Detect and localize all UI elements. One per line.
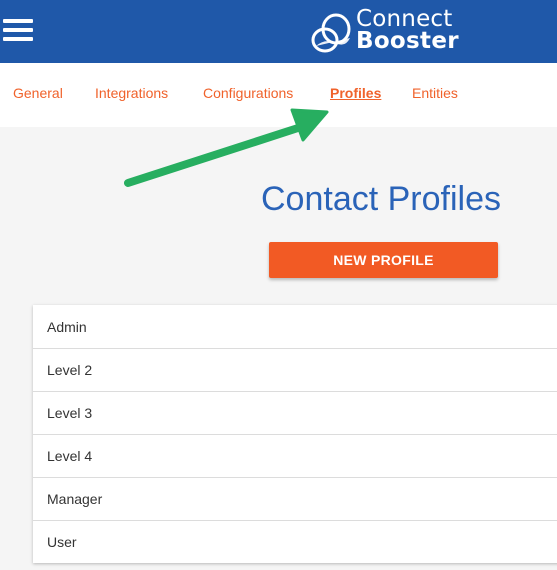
tab-entities[interactable]: Entities [412, 85, 458, 101]
tab-profiles[interactable]: Profiles [330, 85, 381, 101]
tab-configurations[interactable]: Configurations [203, 85, 293, 101]
list-item-level-3[interactable]: Level 3 [33, 391, 557, 434]
list-item-level-2[interactable]: Level 2 [33, 348, 557, 391]
tab-general[interactable]: General [13, 85, 63, 101]
list-item-admin[interactable]: Admin [33, 305, 557, 348]
page-title: Contact Profiles [261, 180, 501, 218]
settings-tab-bar: General Integrations Configurations Prof… [0, 63, 557, 127]
profiles-list: Admin Level 2 Level 3 Level 4 Manager Us… [33, 305, 557, 563]
list-item-user[interactable]: User [33, 520, 557, 563]
list-item-level-4[interactable]: Level 4 [33, 434, 557, 477]
top-header-bar: Connect Booster [0, 0, 557, 63]
new-profile-button[interactable]: NEW PROFILE [269, 242, 498, 278]
tab-integrations[interactable]: Integrations [95, 85, 168, 101]
logo-text-booster: Booster [356, 28, 459, 54]
connectbooster-logo-icon [311, 13, 351, 53]
hamburger-menu-icon[interactable] [3, 19, 33, 41]
list-item-manager[interactable]: Manager [33, 477, 557, 520]
connectbooster-logo[interactable]: Connect Booster [310, 6, 470, 56]
